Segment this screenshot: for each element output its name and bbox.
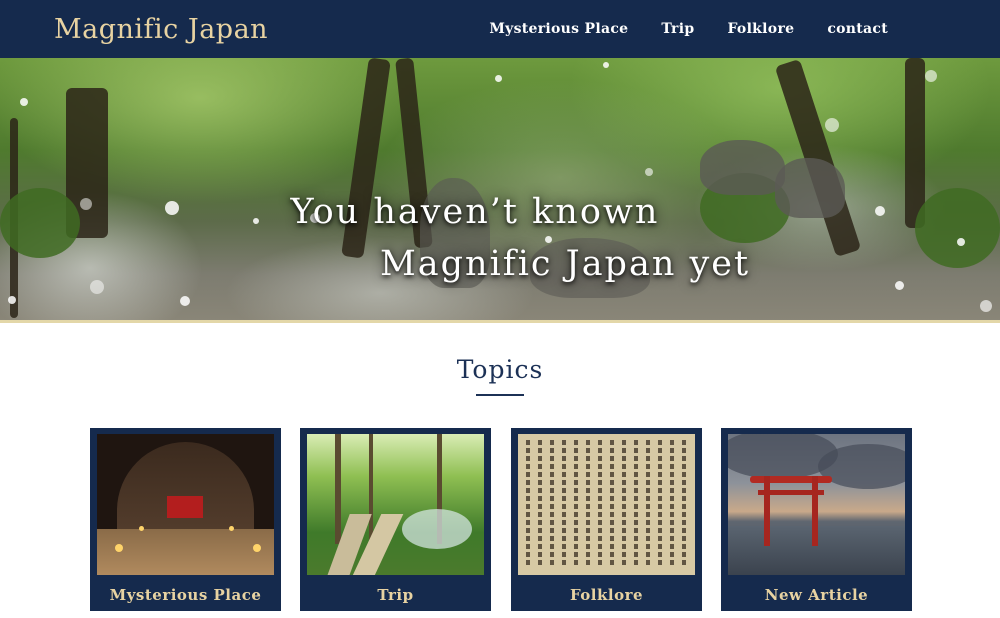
old-manuscript-photo[interactable] xyxy=(518,434,695,575)
script-column xyxy=(658,440,662,568)
forest-stream xyxy=(402,509,472,549)
script-column xyxy=(538,440,542,568)
tree xyxy=(335,434,341,544)
script-column xyxy=(562,440,566,568)
topic-card-label[interactable]: New Article xyxy=(721,578,912,611)
topic-card-folklore[interactable]: Folklore xyxy=(511,428,702,611)
script-column xyxy=(622,440,626,568)
site-header: Magnific Japan Mysterious Place Trip Fol… xyxy=(0,0,1000,58)
nav-folklore[interactable]: Folklore xyxy=(727,21,794,37)
candle-glow xyxy=(253,544,261,552)
light-dot xyxy=(925,70,937,82)
topic-card-trip[interactable]: Trip xyxy=(300,428,491,611)
nav-mysterious-place[interactable]: Mysterious Place xyxy=(489,21,628,37)
nav-contact[interactable]: contact xyxy=(827,21,888,37)
torii-gate-sunset-photo[interactable] xyxy=(728,434,905,575)
script-column xyxy=(574,440,578,568)
topic-card-new-article[interactable]: New Article xyxy=(721,428,912,611)
topic-card-label[interactable]: Mysterious Place xyxy=(90,578,281,611)
topic-card-label[interactable]: Folklore xyxy=(511,578,702,611)
script-column xyxy=(610,440,614,568)
script-column xyxy=(682,440,686,568)
hero-heading-line2: Magnific Japan yet xyxy=(379,244,751,284)
forest-path-photo[interactable] xyxy=(307,434,484,575)
torii-top-beam xyxy=(750,476,832,483)
red-shrine xyxy=(167,496,203,518)
torii-post xyxy=(764,476,770,546)
site-logo[interactable]: Magnific Japan xyxy=(54,14,268,45)
candle-glow xyxy=(139,526,144,531)
main-nav: Mysterious Place Trip Folklore contact xyxy=(489,21,888,37)
hero-heading-line1: You haven’t known xyxy=(290,192,660,232)
script-column xyxy=(550,440,554,568)
script-column xyxy=(586,440,590,568)
hero-divider xyxy=(0,320,1000,323)
tunnel-floor xyxy=(97,529,274,575)
tunnel-shrine-photo[interactable] xyxy=(97,434,274,575)
candle-glow xyxy=(115,544,123,552)
topic-card-mysterious-place[interactable]: Mysterious Place xyxy=(90,428,281,611)
script-column xyxy=(526,440,530,568)
light-dot xyxy=(8,296,16,304)
script-column xyxy=(634,440,638,568)
topics-heading: Topics xyxy=(456,355,544,384)
script-column xyxy=(598,440,602,568)
nav-trip[interactable]: Trip xyxy=(661,21,694,37)
candle-glow xyxy=(229,526,234,531)
script-column xyxy=(670,440,674,568)
hero-banner: You haven’t known Magnific Japan yet xyxy=(0,58,1000,322)
tree xyxy=(369,434,373,544)
light-dot xyxy=(825,118,839,132)
hero-heading: You haven’t known Magnific Japan yet xyxy=(0,186,1000,290)
cloud xyxy=(818,444,905,489)
light-dot xyxy=(645,168,653,176)
torii-post xyxy=(812,476,818,546)
light-dot xyxy=(20,98,28,106)
topic-card-label[interactable]: Trip xyxy=(300,578,491,611)
light-dot xyxy=(980,300,992,312)
light-dot xyxy=(603,62,609,68)
topics-underline xyxy=(476,394,524,396)
light-dot xyxy=(180,296,190,306)
script-column xyxy=(646,440,650,568)
light-dot xyxy=(495,75,502,82)
